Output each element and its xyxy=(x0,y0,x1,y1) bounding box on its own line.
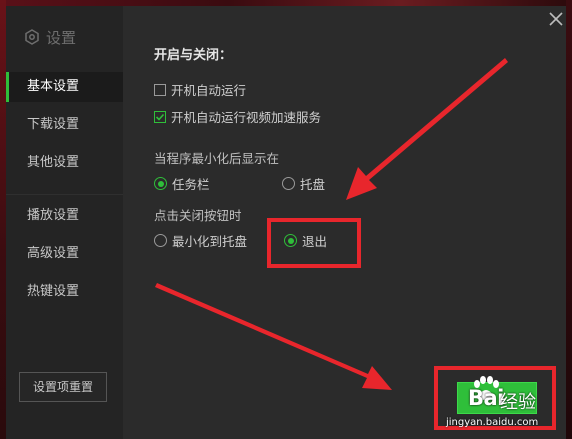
section-title: 开启与关闭： xyxy=(154,48,233,63)
autostart-label: 开机自动运行 xyxy=(171,83,247,98)
watermark-url: jingyan.baidu.com xyxy=(446,417,539,428)
radio-dot-selected xyxy=(154,177,167,190)
autostart-checkbox[interactable]: 开机自动运行 xyxy=(154,80,246,99)
close-icon[interactable] xyxy=(547,10,565,28)
sidebar: 设置 基本设置 下载设置 其他设置 播放设置 高级设置 热键设置 设置项重置 xyxy=(6,6,123,439)
watermark-brand-a: Bai xyxy=(468,386,504,410)
background-strip-right xyxy=(566,0,572,439)
accel-service-checkbox[interactable]: 开机自动运行视频加速服务 xyxy=(154,107,321,126)
radio-minimize-to-tray-label: 最小化到托盘 xyxy=(172,234,248,249)
accel-service-label: 开机自动运行视频加速服务 xyxy=(171,110,322,125)
radio-tray[interactable]: 托盘 xyxy=(282,174,325,193)
checkbox-box xyxy=(154,83,166,96)
sidebar-item-download[interactable]: 下载设置 xyxy=(6,110,123,140)
sidebar-item-other[interactable]: 其他设置 xyxy=(6,148,123,178)
sidebar-item-basic[interactable]: 基本设置 xyxy=(6,72,123,102)
checkbox-box-checked xyxy=(154,110,166,123)
radio-dot xyxy=(282,177,295,190)
sidebar-item-playback[interactable]: 播放设置 xyxy=(6,201,123,231)
sidebar-divider xyxy=(6,194,123,195)
radio-taskbar[interactable]: 任务栏 xyxy=(154,174,210,193)
radio-taskbar-label: 任务栏 xyxy=(172,177,210,192)
radio-tray-label: 托盘 xyxy=(300,177,326,192)
checkmark-icon xyxy=(155,113,165,121)
sidebar-item-hotkeys[interactable]: 热键设置 xyxy=(6,277,123,307)
close-group-label: 点击关闭按钮时 xyxy=(154,208,242,223)
gear-icon xyxy=(25,29,39,45)
annotation-box-exit xyxy=(267,218,361,268)
watermark-brand-b: 经验 xyxy=(500,392,536,413)
sidebar-title-text: 设置 xyxy=(46,28,77,47)
minimize-group-label: 当程序最小化后显示在 xyxy=(154,151,280,166)
radio-minimize-to-tray[interactable]: 最小化到托盘 xyxy=(154,231,247,250)
sidebar-title: 设置 xyxy=(24,26,76,48)
sidebar-item-advanced[interactable]: 高级设置 xyxy=(6,239,123,269)
reset-settings-button[interactable]: 设置项重置 xyxy=(19,372,107,402)
radio-dot xyxy=(154,234,167,247)
